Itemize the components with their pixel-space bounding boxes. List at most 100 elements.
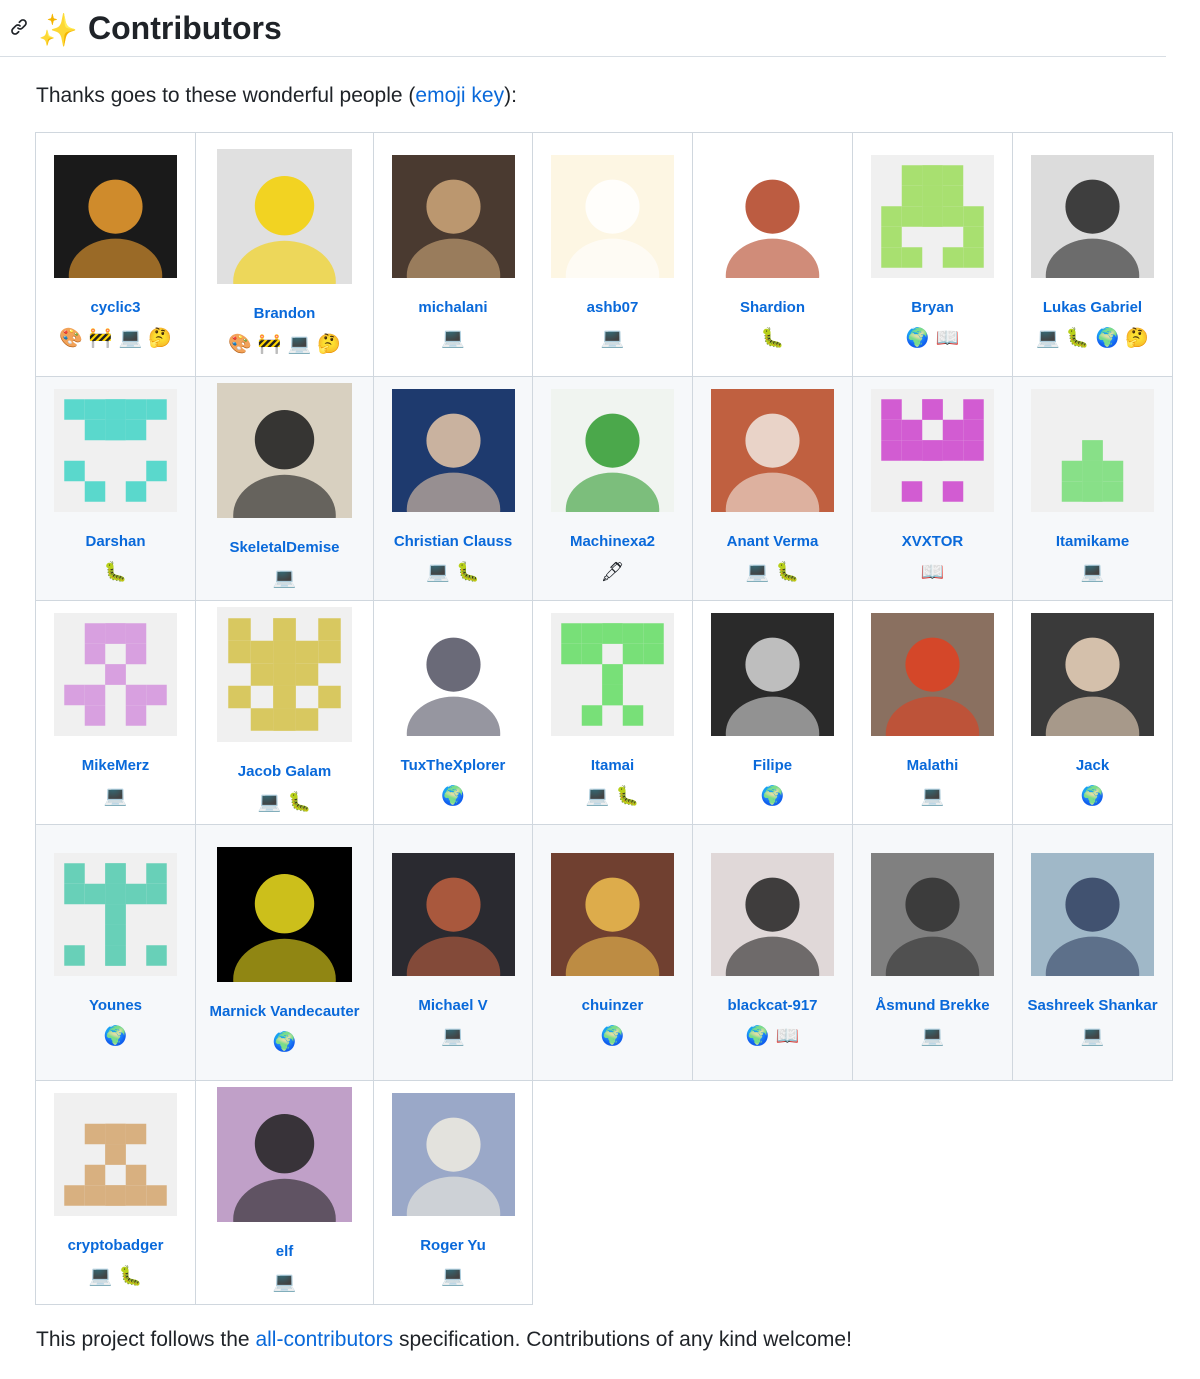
avatar[interactable] — [711, 853, 834, 976]
translation-icon[interactable]: 🌍 — [746, 1022, 770, 1052]
avatar[interactable] — [1031, 389, 1154, 512]
contributor-name[interactable]: TuxTheXplorer — [392, 750, 515, 782]
contributor-link[interactable]: TuxTheXplorer — [391, 613, 515, 782]
contributor-name[interactable]: MikeMerz — [54, 750, 177, 782]
bug-icon[interactable]: 🐛 — [761, 324, 785, 354]
contributor-name[interactable]: Marnick Vandecauter — [209, 996, 359, 1028]
avatar[interactable] — [391, 155, 515, 278]
code-icon[interactable]: 💻 — [921, 782, 945, 812]
design-icon[interactable]: 🎨 — [59, 324, 83, 354]
contributor-link[interactable]: chuinzer — [551, 853, 674, 1022]
question-icon[interactable]: 🤔 — [317, 330, 341, 360]
code-icon[interactable]: 💻 — [104, 782, 128, 812]
contributor-name[interactable]: michalani — [392, 292, 515, 324]
contributor-name[interactable]: chuinzer — [551, 990, 674, 1022]
contributor-link[interactable]: Shardion — [711, 155, 834, 324]
avatar[interactable] — [871, 853, 994, 976]
emoji-key-link[interactable]: emoji key — [415, 84, 504, 107]
avatar[interactable] — [217, 607, 352, 742]
contributor-name[interactable]: cyclic3 — [54, 292, 177, 324]
bug-icon[interactable]: 🐛 — [119, 1262, 143, 1292]
translation-icon[interactable]: 🌍 — [1081, 782, 1105, 812]
contributor-name[interactable]: blackcat-917 — [711, 990, 834, 1022]
contributor-link[interactable]: Filipe — [711, 613, 834, 782]
code-icon[interactable]: 💻 — [1081, 1022, 1105, 1052]
contributor-link[interactable]: Anant Verma — [711, 389, 834, 558]
avatar[interactable] — [551, 613, 674, 736]
contributor-link[interactable]: Machinexa2 — [551, 389, 674, 558]
avatar[interactable] — [711, 155, 834, 278]
code-icon[interactable]: 💻 — [273, 564, 297, 594]
bug-icon[interactable]: 🐛 — [104, 558, 128, 588]
contributor-name[interactable]: Machinexa2 — [551, 526, 674, 558]
contributor-name[interactable]: Itamikame — [1031, 526, 1154, 558]
contributor-link[interactable]: Lukas Gabriel — [1031, 155, 1154, 324]
code-icon[interactable]: 💻 — [89, 1262, 113, 1292]
contributor-name[interactable]: Younes — [54, 990, 177, 1022]
avatar[interactable] — [871, 613, 994, 736]
contributor-link[interactable]: Itamai — [551, 613, 674, 782]
contributor-name[interactable]: Darshan — [54, 526, 177, 558]
contributor-link[interactable]: michalani — [391, 155, 515, 324]
contributor-name[interactable]: cryptobadger — [54, 1230, 177, 1262]
doc-icon[interactable]: 📖 — [921, 558, 945, 588]
code-icon[interactable]: 💻 — [273, 1268, 297, 1298]
translation-icon[interactable]: 🌍 — [761, 782, 785, 812]
bug-icon[interactable]: 🐛 — [616, 782, 640, 812]
bug-icon[interactable]: 🐛 — [776, 558, 800, 588]
bug-icon[interactable]: 🐛 — [456, 558, 480, 588]
code-icon[interactable]: 💻 — [441, 1022, 465, 1052]
translation-icon[interactable]: 🌍 — [601, 1022, 625, 1052]
contributor-name[interactable]: Roger Yu — [392, 1230, 515, 1262]
code-icon[interactable]: 💻 — [601, 324, 625, 354]
contributor-name[interactable]: Brandon — [217, 298, 352, 330]
contributor-name[interactable]: Christian Clauss — [392, 526, 515, 558]
avatar[interactable] — [391, 389, 515, 512]
question-icon[interactable]: 🤔 — [1125, 324, 1149, 354]
avatar[interactable] — [1031, 155, 1154, 278]
contributor-name[interactable]: Anant Verma — [711, 526, 834, 558]
contributor-name[interactable]: Sashreek Shankar — [1027, 990, 1157, 1022]
contributor-name[interactable]: Filipe — [711, 750, 834, 782]
infra-icon[interactable]: 🚧 — [258, 330, 282, 360]
code-icon[interactable]: 💻 — [586, 782, 610, 812]
contributor-link[interactable]: Jack — [1031, 613, 1154, 782]
contributor-link[interactable]: Roger Yu — [391, 1093, 515, 1262]
avatar[interactable] — [54, 389, 177, 512]
contributor-link[interactable]: MikeMerz — [54, 613, 177, 782]
avatar[interactable] — [871, 389, 994, 512]
avatar[interactable] — [217, 149, 352, 284]
contributor-name[interactable]: elf — [217, 1236, 352, 1268]
contributor-name[interactable]: Jack — [1031, 750, 1154, 782]
avatar[interactable] — [551, 389, 674, 512]
contributor-name[interactable]: ashb07 — [551, 292, 674, 324]
avatar[interactable] — [551, 155, 674, 278]
avatar[interactable] — [54, 1093, 177, 1216]
contributor-link[interactable]: Darshan — [54, 389, 177, 558]
bug-icon[interactable]: 🐛 — [1066, 324, 1090, 354]
contributor-link[interactable]: Christian Clauss — [391, 389, 515, 558]
code-icon[interactable]: 💻 — [288, 330, 312, 360]
avatar[interactable] — [391, 613, 515, 736]
contributor-name[interactable]: Jacob Galam — [217, 756, 352, 788]
question-icon[interactable]: 🤔 — [148, 324, 172, 354]
contributor-link[interactable]: Åsmund Brekke — [871, 853, 994, 1022]
code-icon[interactable]: 💻 — [258, 788, 282, 818]
contributor-link[interactable]: cryptobadger — [54, 1093, 177, 1262]
translation-icon[interactable]: 🌍 — [441, 782, 465, 812]
contributor-name[interactable]: Malathi — [871, 750, 994, 782]
contributor-name[interactable]: Michael V — [392, 990, 515, 1022]
contributor-name[interactable]: Shardion — [711, 292, 834, 324]
contributor-name[interactable]: Itamai — [551, 750, 674, 782]
all-contributors-link[interactable]: all-contributors — [255, 1328, 393, 1351]
avatar[interactable] — [871, 155, 994, 278]
contributor-link[interactable]: Marnick Vandecauter — [209, 847, 360, 1028]
contributor-link[interactable]: elf — [217, 1087, 352, 1268]
code-icon[interactable]: 💻 — [119, 324, 143, 354]
avatar[interactable] — [54, 853, 177, 976]
contributor-link[interactable]: Younes — [54, 853, 177, 1022]
code-icon[interactable]: 💻 — [441, 324, 465, 354]
content-icon[interactable]: 🖋 — [600, 558, 624, 588]
avatar[interactable] — [1031, 613, 1154, 736]
avatar[interactable] — [711, 389, 834, 512]
